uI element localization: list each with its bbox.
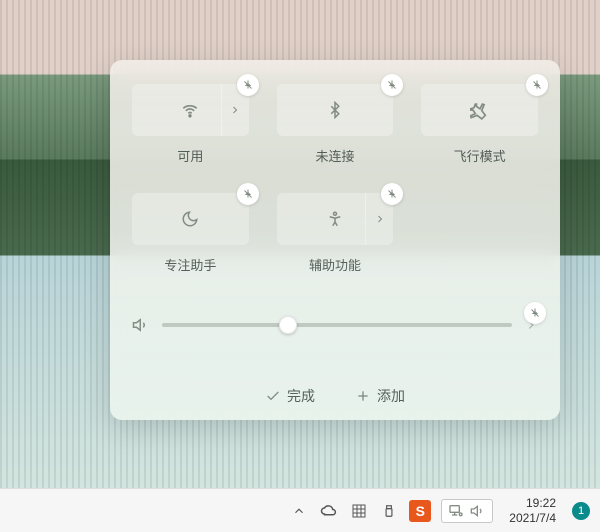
bluetooth-icon: [326, 101, 344, 119]
done-button[interactable]: 完成: [265, 386, 315, 406]
chevron-right-icon: [229, 104, 241, 116]
airplane-label: 飞行模式: [454, 146, 506, 165]
accessibility-tile: 辅助功能: [277, 193, 394, 274]
check-icon: [265, 388, 281, 404]
clock-time: 19:22: [509, 496, 556, 510]
focus-label: 专注助手: [164, 255, 216, 274]
usb-icon[interactable]: [379, 501, 399, 521]
accessibility-icon: [326, 210, 344, 228]
focus-unpin-button[interactable]: [237, 183, 259, 205]
clock-date: 2021/7/4: [509, 511, 556, 525]
taskbar: S 19:22 2021/7/4 1: [0, 488, 600, 532]
notification-badge[interactable]: 1: [572, 502, 590, 520]
wifi-icon: [180, 100, 200, 120]
unpin-icon: [242, 188, 254, 200]
bluetooth-tile: 未连接: [277, 84, 394, 165]
volume-tray-icon: [470, 503, 486, 519]
volume-icon[interactable]: [132, 316, 150, 334]
accessibility-unpin-button[interactable]: [381, 183, 403, 205]
volume-unpin-button[interactable]: [524, 302, 546, 324]
airplane-mode-tile: 飞行模式: [421, 84, 538, 165]
accessibility-button[interactable]: [277, 193, 394, 245]
moon-icon: [181, 210, 199, 228]
onedrive-icon[interactable]: [319, 501, 339, 521]
unpin-icon: [529, 307, 541, 319]
clock[interactable]: 19:22 2021/7/4: [509, 496, 556, 525]
add-button[interactable]: 添加: [355, 386, 405, 406]
add-label: 添加: [377, 386, 405, 406]
chevron-right-icon: [374, 213, 386, 225]
wifi-unpin-button[interactable]: [237, 74, 259, 96]
tray-overflow-button[interactable]: [289, 501, 309, 521]
volume-slider-thumb[interactable]: [279, 316, 297, 334]
network-icon: [448, 503, 464, 519]
volume-row: [132, 316, 538, 334]
grid-icon[interactable]: [349, 501, 369, 521]
system-tray: S 19:22 2021/7/4 1: [289, 496, 590, 525]
wifi-tile: 可用: [132, 84, 249, 165]
quick-settings-tiles: 可用 未连接: [132, 84, 538, 274]
bluetooth-label: 未连接: [315, 146, 354, 165]
unpin-icon: [386, 188, 398, 200]
wifi-button[interactable]: [132, 84, 249, 136]
unpin-icon: [386, 79, 398, 91]
airplane-mode-button[interactable]: [421, 84, 538, 136]
sogou-ime-icon[interactable]: S: [409, 500, 431, 522]
bluetooth-button[interactable]: [277, 84, 394, 136]
plus-icon: [355, 388, 371, 404]
airplane-icon: [470, 100, 490, 120]
notification-count: 1: [578, 505, 584, 517]
sogou-label: S: [416, 503, 425, 519]
wifi-label: 可用: [177, 146, 203, 165]
unpin-icon: [531, 79, 543, 91]
bluetooth-unpin-button[interactable]: [381, 74, 403, 96]
unpin-icon: [242, 79, 254, 91]
airplane-unpin-button[interactable]: [526, 74, 548, 96]
focus-assist-button[interactable]: [132, 193, 249, 245]
quick-settings-panel: 可用 未连接: [110, 60, 560, 420]
done-label: 完成: [287, 386, 315, 406]
volume-slider[interactable]: [162, 323, 512, 327]
quick-settings-taskbar-button[interactable]: [441, 499, 493, 523]
accessibility-label: 辅助功能: [309, 255, 361, 274]
focus-assist-tile: 专注助手: [132, 193, 249, 274]
panel-actions: 完成 添加: [132, 376, 538, 406]
